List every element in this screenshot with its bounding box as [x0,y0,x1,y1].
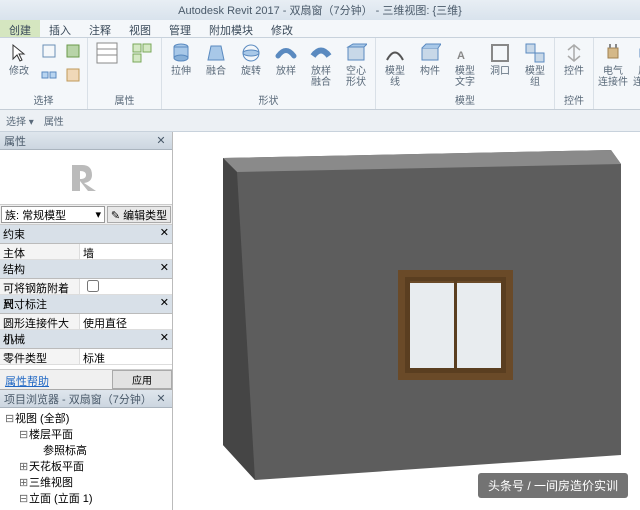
family-type-selector[interactable]: 族: 常规模型▾ [1,206,105,223]
duct-icon [635,40,640,66]
opening-icon [487,40,513,66]
sweep-icon [273,40,299,66]
ribbon-group-model: 模型 线 构件 A模型 文字 洞口 模型 组 模型 [376,38,555,109]
model-text-button[interactable]: A模型 文字 [449,40,481,88]
properties-button[interactable] [91,40,123,66]
properties-grid: 约束✕ 主体墙 结构✕ 可将钢筋附着到... 尺寸标注✕ 圆形连接件大小使用直径… [0,225,172,369]
apply-button[interactable]: 应用 [112,370,172,389]
watermark: 头条号 / 一间房造价实训 [478,473,628,498]
3d-viewport[interactable]: 头条号 / 一间房造价实训 [173,132,640,510]
prop-row-rebar[interactable]: 可将钢筋附着到... [0,279,172,295]
tab-insert[interactable]: 插入 [40,20,80,37]
properties-help-link[interactable]: 属性帮助 [0,370,112,389]
svg-text:A: A [457,50,465,62]
family-types-button[interactable] [126,40,158,66]
revolve-icon [238,40,264,66]
blend-icon [203,40,229,66]
edit-type-button[interactable]: ✎ 编辑类型 [107,206,171,223]
tab-annotate[interactable]: 注释 [80,20,120,37]
properties-icon [94,40,120,66]
revolve-button[interactable]: 旋转 [235,40,267,77]
plug-icon [600,40,626,66]
void-icon [343,40,369,66]
control-icon [561,40,587,66]
opening-button[interactable]: 洞口 [484,40,516,77]
cylinder-icon [168,40,194,66]
link-icon[interactable] [38,64,60,86]
line-icon [382,40,408,66]
tab-addins[interactable]: 附加模块 [200,20,262,37]
prop-row-connector-size[interactable]: 圆形连接件大小使用直径 [0,314,172,330]
cursor-icon [6,40,32,66]
control-button[interactable]: 控件 [558,40,590,77]
select-dropdown[interactable]: 选择 ▾ [6,113,34,128]
swept-blend-button[interactable]: 放样 融合 [305,40,337,88]
model-line-button[interactable]: 模型 线 [379,40,411,88]
tree-node-3dview[interactable]: ⊞三维视图 [3,475,169,491]
ribbon-group-controls: 控件 控件 [555,38,594,109]
electrical-connector-button[interactable]: 电气 连接件 [597,40,629,88]
void-button[interactable]: 空心 形状 [340,40,372,88]
component-button[interactable]: 构件 [414,40,446,77]
app-title: Autodesk Revit 2017 - 双扇窗（7分钟） - 三维视图: {… [178,2,462,18]
ribbon-tabs: 创建 插入 注释 视图 管理 附加模块 修改 [0,20,640,38]
left-pane: 属性 ✕ 族: 常规模型▾ ✎ 编辑类型 约束✕ 主体墙 结构✕ 可将钢筋附着到… [0,132,173,510]
blend-button[interactable]: 融合 [200,40,232,77]
tree-node-elevation[interactable]: ⊟立面 (立面 1) [3,491,169,507]
component-icon [417,40,443,66]
group-icon [522,40,548,66]
tree-node-floorplans[interactable]: ⊟楼层平面 [3,427,169,443]
browser-tree: ⊟视图 (全部) ⊟楼层平面 参照标高 ⊞天花板平面 ⊞三维视图 ⊟立面 (立面… [0,408,172,510]
ribbon-group-properties: 属性 [88,38,162,109]
tree-node-views[interactable]: ⊟视图 (全部) [3,411,169,427]
group-mechanical[interactable]: 机械✕ [0,330,172,349]
tab-view[interactable]: 视图 [120,20,160,37]
tab-manage[interactable]: 管理 [160,20,200,37]
quick-access-bar: 选择 ▾ 属性 [0,110,640,132]
sweep-button[interactable]: 放样 [270,40,302,77]
type-preview [0,150,172,205]
text-icon: A [452,40,478,66]
title-bar: Autodesk Revit 2017 - 双扇窗（7分钟） - 三维视图: {… [0,0,640,20]
browser-header: 项目浏览器 - 双扇窗（7分钟） ✕ [0,390,172,408]
properties-panel-header: 属性 ✕ [0,132,172,150]
select-icon[interactable] [62,40,84,62]
properties-label: 属性 [44,113,64,128]
group-constraints[interactable]: 约束✕ [0,225,172,244]
ribbon-group-connectors: 电气 连接件 风管 连接件 管道 连接件 电缆桥架 连接件 线管 连接件 连接件 [594,38,640,109]
swept-blend-icon [308,40,334,66]
pin-icon[interactable] [62,64,84,86]
close-icon[interactable]: ✕ [154,134,168,148]
family-types-icon [129,40,155,66]
tree-node-reflevel[interactable]: 参照标高 [3,443,169,459]
ribbon: 修改 选择 属性 拉伸 融合 旋转 放样 放样 融 [0,38,640,110]
prop-row-part-type[interactable]: 零件类型标准 [0,349,172,365]
group-dimensions[interactable]: 尺寸标注✕ [0,295,172,314]
group-structural[interactable]: 结构✕ [0,260,172,279]
model-group-button[interactable]: 模型 组 [519,40,551,88]
filter-icon[interactable] [38,40,60,62]
tab-create[interactable]: 创建 [0,20,40,37]
project-browser: 项目浏览器 - 双扇窗（7分钟） ✕ ⊟视图 (全部) ⊟楼层平面 参照标高 ⊞… [0,389,172,510]
ribbon-group-shapes: 拉伸 融合 旋转 放样 放样 融合 空心 形状 形状 [162,38,376,109]
tree-node-ceiling[interactable]: ⊞天花板平面 [3,459,169,475]
extrusion-button[interactable]: 拉伸 [165,40,197,77]
duct-connector-button[interactable]: 风管 连接件 [632,40,640,88]
modify-button[interactable]: 修改 [3,40,35,77]
prop-row-host[interactable]: 主体墙 [0,244,172,260]
rebar-checkbox[interactable] [83,280,103,292]
wall-model [203,140,640,510]
close-icon[interactable]: ✕ [154,392,168,406]
ribbon-group-select: 修改 选择 [0,38,88,109]
tab-modify[interactable]: 修改 [262,20,302,37]
